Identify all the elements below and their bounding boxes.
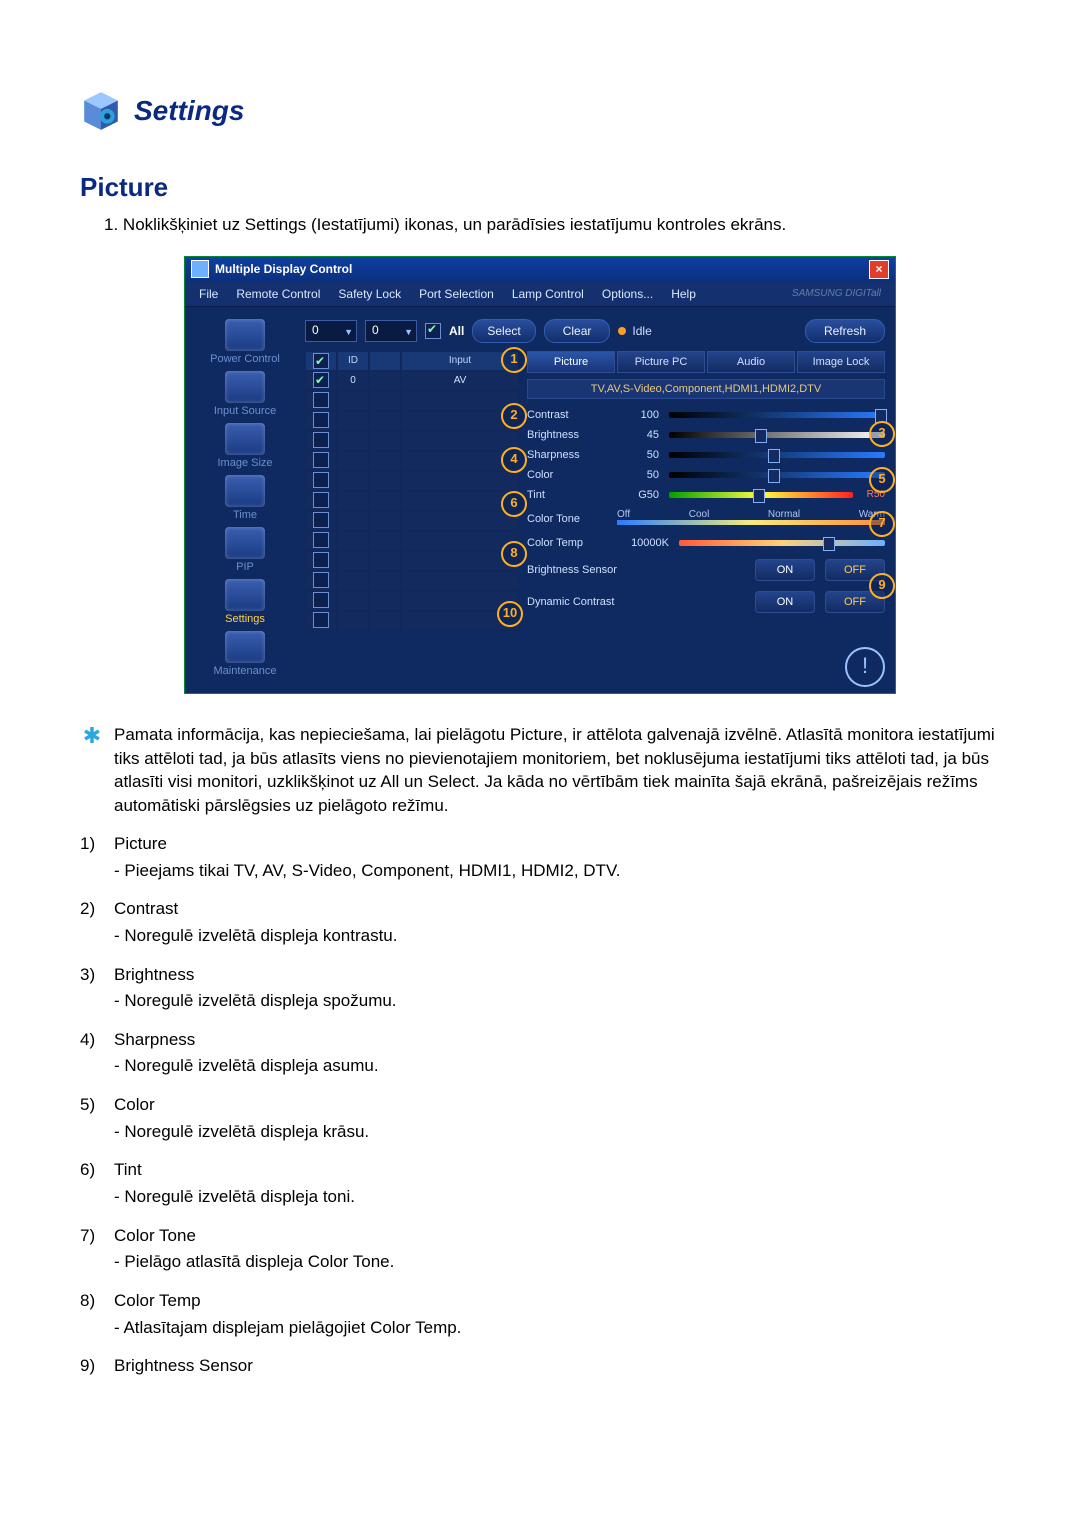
idle-dot-icon	[618, 327, 626, 335]
tab-picture[interactable]: Picture	[527, 351, 615, 373]
callout-4: 4	[501, 447, 527, 473]
tab-audio[interactable]: Audio	[707, 351, 795, 373]
contrast-slider[interactable]	[669, 412, 885, 418]
callout-8: 8	[501, 541, 527, 567]
sidebar-image-size[interactable]: Image Size	[195, 423, 295, 469]
tab-picture-pc[interactable]: Picture PC	[617, 351, 705, 373]
menubar: File Remote Control Safety Lock Port Sel…	[185, 282, 895, 307]
grid-hdr-id: ID	[337, 351, 369, 371]
color-temp-slider[interactable]	[679, 540, 885, 546]
picture-panel: Picture Picture PC Audio Image Lock TV,A…	[527, 351, 885, 631]
refresh-button[interactable]: Refresh	[805, 319, 885, 343]
close-button[interactable]: ×	[869, 260, 889, 279]
sel-1[interactable]: 0	[305, 320, 357, 342]
dcontrast-on[interactable]: ON	[755, 591, 815, 613]
sharpness-slider[interactable]	[669, 452, 885, 458]
grid-hdr-check	[305, 351, 337, 371]
sidebar: Power Control Input Source Image Size Ti…	[195, 319, 295, 677]
menu-safety[interactable]: Safety Lock	[330, 285, 409, 303]
callout-9: 9	[869, 573, 895, 599]
sidebar-input[interactable]: Input Source	[195, 371, 295, 417]
all-checkbox[interactable]	[425, 323, 441, 339]
tab-image-lock[interactable]: Image Lock	[797, 351, 885, 373]
menu-options[interactable]: Options...	[594, 285, 661, 303]
item-list: 1)Picture- Pieejams tikai TV, AV, S-Vide…	[80, 832, 1000, 1379]
color-tone-slider[interactable]	[617, 520, 885, 525]
tint-slider[interactable]	[669, 492, 853, 498]
sidebar-power[interactable]: Power Control	[195, 319, 295, 365]
callout-3: 3	[869, 421, 895, 447]
callout-5: 5	[869, 467, 895, 493]
sidebar-pip[interactable]: PIP	[195, 527, 295, 573]
select-button[interactable]: Select	[472, 319, 535, 343]
intro-text: 1. Noklikšķiniet uz Settings (Iestatījum…	[104, 213, 1000, 237]
all-label: All	[449, 324, 464, 338]
grid-hdr-status	[369, 351, 401, 371]
app-icon	[191, 260, 209, 278]
menu-remote[interactable]: Remote Control	[228, 285, 328, 303]
settings-cube-icon	[80, 90, 122, 132]
color-slider[interactable]	[669, 472, 885, 478]
app-window: Multiple Display Control × File Remote C…	[185, 257, 895, 693]
brand-label: SAMSUNG DIGITall	[784, 286, 889, 301]
note-text: Pamata informācija, kas nepieciešama, la…	[114, 723, 1000, 818]
callout-2: 2	[501, 403, 527, 429]
sel-2[interactable]: 0	[365, 320, 417, 342]
bsensor-on[interactable]: ON	[755, 559, 815, 581]
tab-note: TV,AV,S-Video,Component,HDMI1,HDMI2,DTV	[527, 379, 885, 399]
idle-label: Idle	[632, 324, 651, 338]
warning-icon: !	[845, 647, 885, 687]
window-title: Multiple Display Control	[215, 262, 352, 276]
sidebar-settings[interactable]: Settings	[195, 579, 295, 625]
callout-1: 1	[501, 347, 527, 373]
section-title: Picture	[80, 172, 1000, 203]
callout-10: 10	[497, 601, 523, 627]
callout-6: 6	[501, 491, 527, 517]
page-title: Settings	[134, 95, 244, 127]
menu-help[interactable]: Help	[663, 285, 704, 303]
menu-port[interactable]: Port Selection	[411, 285, 502, 303]
callout-7: 7	[869, 511, 895, 537]
menu-file[interactable]: File	[191, 285, 226, 303]
brightness-slider[interactable]	[669, 432, 885, 438]
display-grid: ID Input 0 AV	[305, 351, 519, 631]
sidebar-maintenance[interactable]: Maintenance	[195, 631, 295, 677]
menu-lamp[interactable]: Lamp Control	[504, 285, 592, 303]
clear-button[interactable]: Clear	[544, 319, 611, 343]
grid-row[interactable]: 0 AV	[305, 371, 519, 391]
sidebar-time[interactable]: Time	[195, 475, 295, 521]
row-check[interactable]	[313, 372, 329, 388]
star-icon: ✱	[80, 723, 104, 818]
